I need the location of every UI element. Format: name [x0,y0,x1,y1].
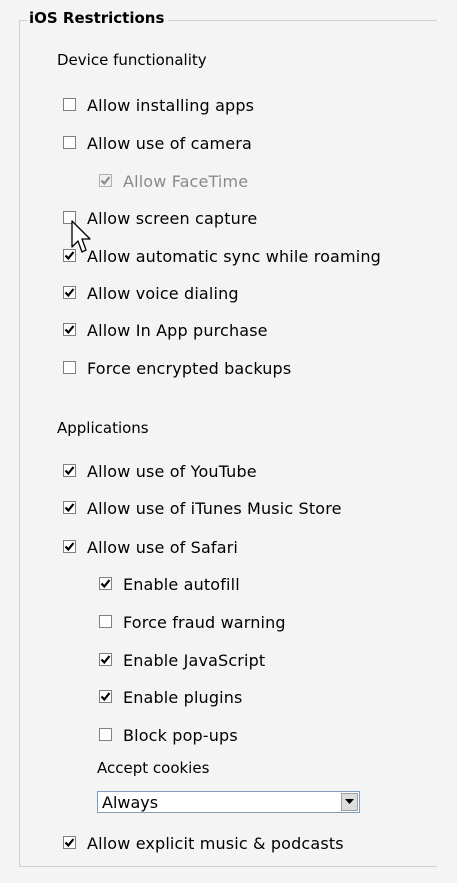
checkbox-box[interactable] [63,500,76,514]
check-icon [64,837,75,847]
applications-heading: Applications [57,419,149,437]
checkbox-label: Allow screen capture [87,208,258,228]
checkbox-allow-installing-apps[interactable]: Allow installing apps [63,94,254,116]
checkbox-label: Force fraud warning [123,612,286,632]
checkbox-label: Allow FaceTime [123,171,249,191]
checkbox-label: Allow use of YouTube [87,461,257,481]
checkbox-allow-explicit-music-podcasts[interactable]: Allow explicit music & podcasts [63,832,344,854]
check-icon [64,287,75,297]
checkbox-box[interactable] [99,727,112,741]
checkbox-box[interactable] [99,576,112,590]
checkbox-enable-plugins[interactable]: Enable plugins [99,686,243,708]
checkbox-label: Allow use of Safari [87,537,238,557]
checkbox-box[interactable] [99,652,112,666]
checkbox-box[interactable] [63,322,76,336]
checkbox-box [99,173,112,187]
checkbox-label: Block pop-ups [123,725,238,745]
checkbox-label: Allow use of iTunes Music Store [87,498,342,518]
check-icon [64,465,75,475]
checkbox-box[interactable] [99,614,112,628]
checkbox-allow-in-app-purchase[interactable]: Allow In App purchase [63,319,268,341]
checkbox-allow-screen-capture[interactable]: Allow screen capture [63,207,257,229]
checkbox-enable-javascript[interactable]: Enable JavaScript [99,649,265,671]
dropdown-arrow-icon[interactable] [341,793,358,811]
check-icon [100,654,111,664]
checkbox-box[interactable] [63,835,76,849]
select-value: Always [102,793,159,812]
checkbox-box[interactable] [63,463,76,477]
check-icon [64,324,75,334]
checkbox-label: Enable plugins [123,687,243,707]
checkbox-enable-autofill[interactable]: Enable autofill [99,573,240,595]
checkbox-box[interactable] [99,689,112,703]
checkbox-label: Allow voice dialing [87,283,239,303]
check-icon [100,691,111,701]
checkbox-block-popups[interactable]: Block pop-ups [99,724,238,746]
checkbox-force-fraud-warning[interactable]: Force fraud warning [99,611,286,633]
checkbox-box[interactable] [63,539,76,553]
checkbox-label: Allow explicit music & podcasts [87,833,344,853]
restrictions-panel: iOS Restrictions Device functionality Al… [0,0,457,883]
checkbox-box[interactable] [63,135,76,149]
checkbox-allow-facetime: Allow FaceTime [99,170,248,192]
checkbox-label: Allow In App purchase [87,320,268,340]
checkbox-box[interactable] [63,360,76,374]
accept-cookies-label: Accept cookies [97,759,210,777]
checkbox-label: Enable autofill [123,574,240,594]
checkbox-label: Allow use of camera [87,133,252,153]
checkbox-box[interactable] [63,97,76,111]
checkbox-label: Allow installing apps [87,95,255,115]
checkbox-force-encrypted-backups[interactable]: Force encrypted backups [63,357,291,379]
checkbox-label: Allow automatic sync while roaming [87,246,381,266]
check-icon [64,541,75,551]
checkbox-label: Force encrypted backups [87,358,292,378]
checkbox-label: Enable JavaScript [123,650,266,670]
checkbox-allow-voice-dialing[interactable]: Allow voice dialing [63,282,239,304]
checkbox-allow-safari[interactable]: Allow use of Safari [63,536,238,558]
device-functionality-heading: Device functionality [57,51,207,69]
checkbox-allow-use-of-camera[interactable]: Allow use of camera [63,132,252,154]
group-title: iOS Restrictions [27,9,169,27]
checkbox-allow-itunes-music-store[interactable]: Allow use of iTunes Music Store [63,497,342,519]
checkbox-allow-automatic-sync-roaming[interactable]: Allow automatic sync while roaming [63,245,381,267]
checkbox-box[interactable] [63,285,76,299]
mouse-pointer-icon [71,220,91,253]
accept-cookies-select[interactable]: Always [97,791,360,813]
check-icon [100,175,111,185]
check-icon [100,578,111,588]
check-icon [64,502,75,512]
checkbox-allow-youtube[interactable]: Allow use of YouTube [63,460,257,482]
